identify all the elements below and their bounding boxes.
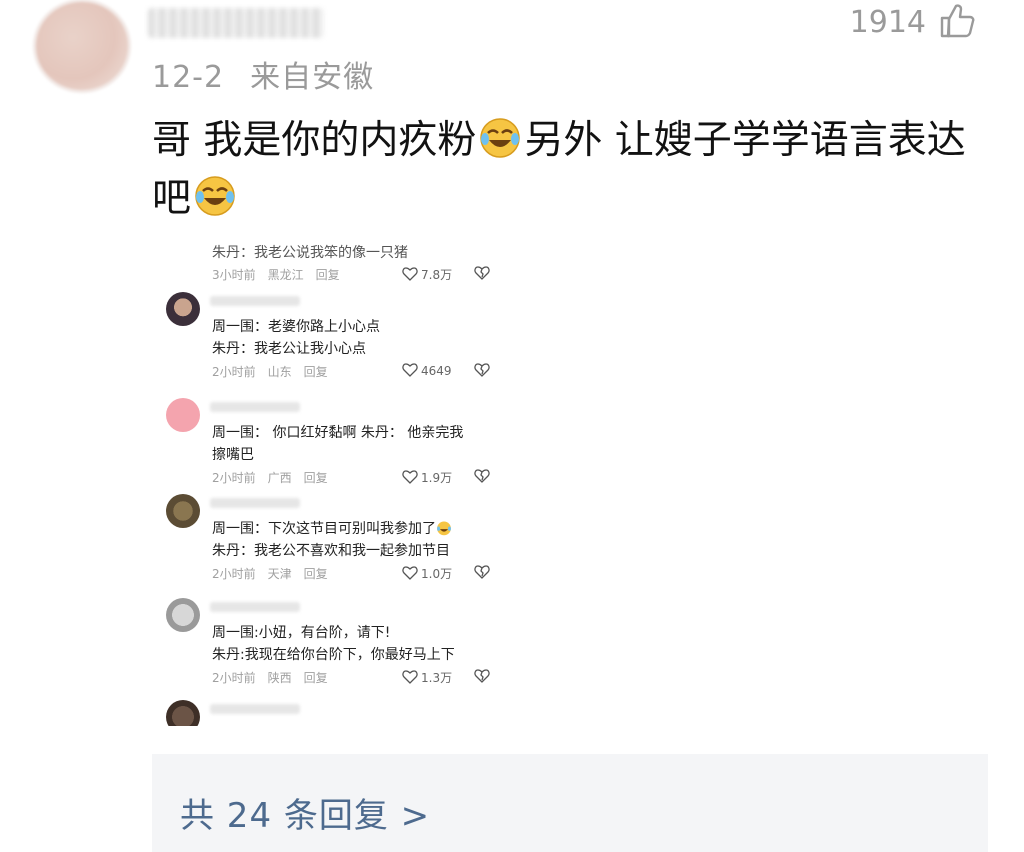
shot-like-count: 7.8万 bbox=[421, 268, 453, 282]
like-count: 1914 bbox=[849, 5, 926, 40]
shot-item-line2: 朱丹：我老公让我小心点 bbox=[212, 341, 366, 357]
shot-avatar bbox=[166, 598, 200, 632]
shot-reply: 回复 bbox=[315, 268, 340, 282]
shot-name-blurred bbox=[210, 402, 300, 412]
shot-location: 广西 bbox=[267, 471, 292, 485]
shot-item-meta: 2小时前 山东 回复 bbox=[212, 363, 340, 380]
shot-like: 1.9万 bbox=[402, 469, 452, 486]
shot-like-count: 1.9万 bbox=[421, 471, 453, 485]
shot-avatar bbox=[166, 292, 200, 326]
comment-body: 哥 我是你的内疚粉 另外 让嫂子学学语言表达吧 bbox=[152, 112, 1002, 228]
shot-time: 2小时前 bbox=[212, 365, 256, 379]
replies-bar[interactable]: 共 24 条回复 > bbox=[152, 754, 988, 852]
shot-item-line1: 周一围:小妞，有台阶，请下! bbox=[212, 625, 391, 641]
heart-icon bbox=[402, 470, 418, 484]
comment-date: 12-2 bbox=[152, 60, 225, 95]
view-replies-link[interactable]: 共 24 条回复 > bbox=[180, 788, 430, 837]
shot-like: 1.0万 bbox=[402, 565, 452, 582]
shot-reply: 回复 bbox=[303, 567, 328, 581]
shot-item-meta: 2小时前 广西 回复 bbox=[212, 469, 340, 486]
shot-reply: 回复 bbox=[303, 671, 328, 685]
broken-heart-icon bbox=[474, 565, 490, 579]
shot-name-blurred bbox=[210, 704, 300, 714]
shot-item-line2: 朱丹：我老公不喜欢和我一起参加节目 bbox=[212, 543, 450, 559]
shot-like: 1.3万 bbox=[402, 669, 452, 686]
shot-time: 2小时前 bbox=[212, 471, 256, 485]
shot-item-line2: 擦嘴巴 bbox=[212, 447, 254, 463]
shot-time: 3小时前 bbox=[212, 268, 256, 282]
shot-item-line1-text: 周一围：下次这节目可别叫我参加了 bbox=[212, 521, 436, 537]
shot-time: 2小时前 bbox=[212, 671, 256, 685]
shot-like: 7.8万 bbox=[402, 266, 452, 283]
broken-heart-icon bbox=[474, 469, 490, 483]
shot-like-count: 4649 bbox=[421, 364, 452, 378]
shot-name-blurred bbox=[210, 602, 300, 612]
shot-avatar bbox=[166, 494, 200, 528]
laugh-cry-emoji-icon bbox=[480, 118, 521, 158]
comment-location: 来自安徽 bbox=[250, 60, 375, 95]
shot-time: 2小时前 bbox=[212, 567, 256, 581]
comment-text-part1: 哥 我是你的内疚粉 bbox=[152, 118, 477, 163]
shot-item-line1: 周一围： 你口红好黏啊 朱丹： 他亲完我 bbox=[212, 425, 464, 441]
shot-reply: 回复 bbox=[303, 471, 328, 485]
shot-avatar bbox=[166, 700, 200, 726]
shot-avatar bbox=[166, 398, 200, 432]
username-blurred[interactable] bbox=[148, 8, 324, 38]
shot-item-line1: 周一围：老婆你路上小心点 bbox=[212, 319, 380, 335]
heart-icon bbox=[402, 670, 418, 684]
laugh-cry-emoji-icon bbox=[437, 521, 451, 536]
broken-heart-icon bbox=[474, 669, 490, 683]
heart-icon bbox=[402, 566, 418, 580]
broken-heart-icon bbox=[474, 363, 490, 377]
shot-item-meta: 2小时前 天津 回复 bbox=[212, 565, 340, 582]
thumbs-up-icon[interactable] bbox=[938, 2, 976, 40]
heart-icon bbox=[402, 267, 418, 281]
shot-like: 4649 bbox=[402, 363, 452, 378]
shot-name-blurred bbox=[210, 296, 300, 306]
shot-top-partial-meta: 3小时前 黑龙江 回复 bbox=[212, 266, 352, 283]
shot-reply: 回复 bbox=[303, 365, 328, 379]
shot-item-meta: 2小时前 陕西 回复 bbox=[212, 669, 340, 686]
laugh-cry-emoji-icon bbox=[195, 176, 235, 216]
embedded-screenshot[interactable]: 朱丹：我老公说我笨的像一只猪 3小时前 黑龙江 回复 7.8万 周一围：老婆你路上小… bbox=[160, 236, 500, 726]
comment-meta: 12-2 来自安徽 bbox=[152, 52, 374, 96]
shot-location: 山东 bbox=[267, 365, 292, 379]
shot-item-line2: 朱丹:我现在给你台阶下，你最好马上下 bbox=[212, 647, 455, 663]
heart-icon bbox=[402, 363, 418, 377]
shot-like-count: 1.3万 bbox=[421, 671, 453, 685]
shot-top-partial-line: 朱丹：我老公说我笨的像一只猪 bbox=[212, 245, 408, 261]
shot-location: 陕西 bbox=[267, 671, 292, 685]
shot-item-line1: 周一围：下次这节目可别叫我参加了 bbox=[212, 518, 452, 538]
broken-heart-icon bbox=[474, 266, 490, 280]
shot-like-count: 1.0万 bbox=[421, 567, 453, 581]
shot-name-blurred bbox=[210, 498, 300, 508]
avatar[interactable] bbox=[36, 2, 128, 90]
comment-card: 12-2 来自安徽 1914 哥 我是你的内疚粉 另外 让嫂子学学语言表达吧 朱丹… bbox=[0, 0, 1024, 852]
shot-location: 黑龙江 bbox=[267, 268, 304, 282]
shot-location: 天津 bbox=[267, 567, 292, 581]
